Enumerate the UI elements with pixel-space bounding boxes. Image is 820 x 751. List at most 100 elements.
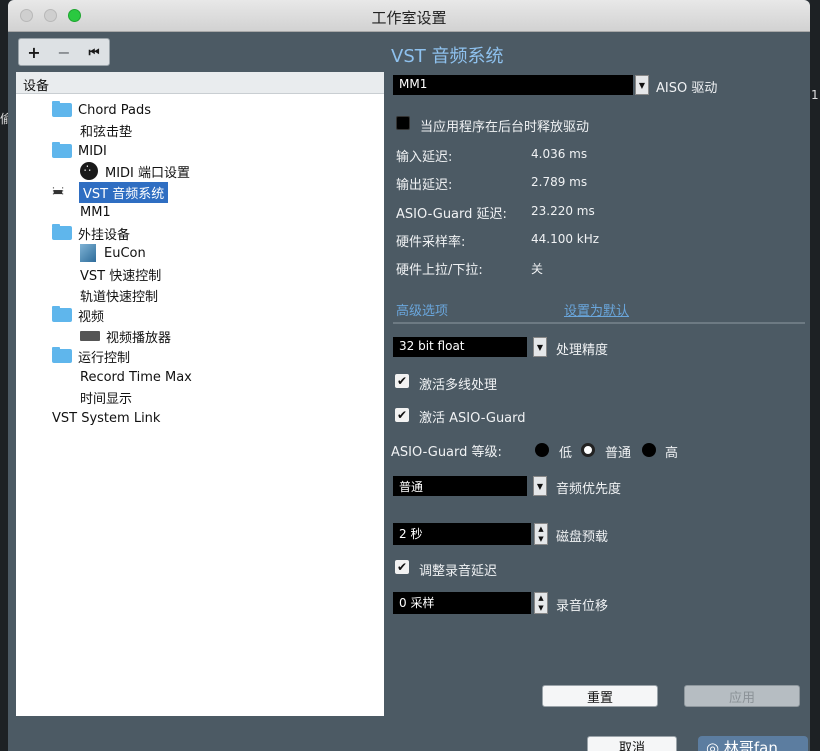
adjust-latency-checkbox[interactable]: ✔ [395,560,409,574]
output-latency-label: 输出延迟: [396,178,453,193]
asio-guard-checkbox[interactable]: ✔ [395,408,409,422]
device-tree-header: 设备 [16,72,384,94]
input-latency-label: 输入延迟: [396,150,453,165]
section-divider [393,322,805,324]
chevron-down-icon[interactable]: ▼ [533,476,547,496]
tree-item-time-display[interactable]: 时间显示 [80,387,132,407]
tree-item-midi-port-setup[interactable]: MIDI 端口设置 [80,161,190,181]
remove-device-button[interactable]: − [49,39,79,65]
multiprocessing-label: 激活多线处理 [419,378,498,393]
add-device-button[interactable]: + [19,39,49,65]
tree-item-chord-pads-sub[interactable]: 和弦击垫 [80,120,132,140]
midi-port-icon [80,162,98,180]
set-default-link[interactable]: 设置为默认 [564,300,629,319]
device-toolbar: + − ⏮ [18,38,110,66]
disk-preload-label: 磁盘预载 [556,530,609,545]
tree-item-label: VST 音频系统 [79,181,169,203]
tree-item-label: VST 快速控制 [80,268,162,284]
tree-item-label: 运行控制 [78,350,131,366]
tree-item-label: Chord Pads [78,102,152,118]
panel-title: VST 音频系统 [391,46,504,67]
asio-driver-label: AISO 驱动 [656,81,718,96]
input-latency-value: 4.036 ms [531,147,588,161]
tree-item-label: 轨道快速控制 [80,289,159,305]
audio-system-icon: ⫶▬⫶ [52,185,64,198]
folder-icon [52,224,72,240]
level-low-label: 低 [559,446,573,461]
tree-item-vst-audio-system[interactable]: ⫶▬⫶ VST 音频系统 [52,181,169,203]
record-offset-stepper[interactable]: 0 采样 [393,592,531,614]
release-driver-label: 当应用程序在后台时释放驱动 [420,120,590,135]
stepper-arrows-icon[interactable]: ▲ ▼ [534,592,548,614]
settings-panel: VST 音频系统 MM1 ▼ AISO 驱动 当应用程序在后台时释放驱动 输入延… [388,32,810,751]
audio-priority-select[interactable]: 普通 [393,476,527,496]
tree-item-label: MIDI [78,143,107,159]
tree-item-midi[interactable]: MIDI [52,141,107,161]
cancel-button[interactable]: 取消 [587,736,677,751]
tree-item-label: Record Time Max [80,369,192,385]
folder-icon [52,142,72,158]
level-high-radio[interactable] [642,443,656,457]
audio-priority-label: 音频优先度 [556,482,622,497]
video-icon [80,331,100,341]
watermark-badge: ◎ 林哥fan [698,736,808,751]
tree-item-mm1[interactable]: MM1 [80,202,111,222]
asio-guard-latency-value: 23.220 ms [531,204,595,218]
tree-item-label: 视频播放器 [106,330,172,346]
processing-precision-select[interactable]: 32 bit float [393,337,527,357]
tree-item-external-devices[interactable]: 外挂设备 [52,223,130,243]
disk-preload-stepper[interactable]: 2 秒 [393,523,531,545]
output-latency-value: 2.789 ms [531,175,588,189]
folder-icon [52,101,72,117]
tree-item-track-quick-controls[interactable]: 轨道快速控制 [80,285,158,305]
background-right-strip [810,0,820,751]
asio-guard-latency-label: ASIO-Guard 延迟: [396,207,507,222]
folder-icon [52,306,72,322]
tree-item-label: MM1 [80,204,111,220]
processing-precision-label: 处理精度 [556,343,609,358]
asio-driver-select[interactable]: MM1 [393,75,633,95]
background-fragment-right: 1 [811,88,819,102]
tree-item-video[interactable]: 视频 [52,305,104,325]
asio-guard-level-label: ASIO-Guard 等级: [391,445,502,460]
tree-item-chord-pads[interactable]: Chord Pads [52,100,151,120]
tree-item-label: 和弦击垫 [80,124,133,140]
tree-item-vst-quick-controls[interactable]: VST 快速控制 [80,264,161,284]
apply-button[interactable]: 应用 [684,685,800,707]
studio-setup-window: 工作室设置 + − ⏮ 设备 Chord Pads 和弦击垫 MIDI MIDI… [8,0,810,751]
chevron-down-icon[interactable]: ▼ [635,75,649,95]
window-title: 工作室设置 [371,9,447,27]
level-normal-radio[interactable] [581,443,595,457]
advanced-options-tab[interactable]: 高级选项 [396,300,448,319]
pull-up-down-label: 硬件上拉/下拉: [396,263,483,278]
eucon-icon [80,244,96,262]
pull-up-down-value: 关 [531,262,544,276]
tree-item-vst-system-link[interactable]: VST System Link [52,408,160,428]
level-low-radio[interactable] [535,443,549,457]
tree-item-eucon[interactable]: EuCon [80,243,146,263]
tree-item-label: 时间显示 [80,391,133,407]
tree-item-record-time-max[interactable]: Record Time Max [80,367,192,387]
title-bar[interactable]: 工作室设置 [8,0,810,32]
tree-item-label: 视频 [78,309,105,325]
record-offset-label: 录音位移 [556,599,609,614]
level-high-label: 高 [665,446,679,461]
stepper-arrows-icon[interactable]: ▲ ▼ [534,523,548,545]
device-tree[interactable]: Chord Pads 和弦击垫 MIDI MIDI 端口设置 ⫶▬⫶ VST 音… [16,94,384,716]
asio-guard-label: 激活 ASIO-Guard [419,411,526,426]
reset-device-button[interactable]: ⏮ [79,39,109,65]
sample-rate-label: 硬件采样率: [396,235,466,250]
tree-item-transport[interactable]: 运行控制 [52,346,130,366]
tree-item-label: VST System Link [52,410,161,426]
chevron-down-icon[interactable]: ▼ [533,337,547,357]
tree-item-label: MIDI 端口设置 [105,165,191,181]
reset-button[interactable]: 重置 [542,685,658,707]
release-driver-checkbox[interactable] [396,116,410,130]
folder-icon [52,347,72,363]
tree-item-label: EuCon [104,245,146,261]
tree-item-video-player[interactable]: 视频播放器 [80,326,171,346]
sample-rate-value: 44.100 kHz [531,232,600,246]
level-normal-label: 普通 [605,446,632,461]
multiprocessing-checkbox[interactable]: ✔ [395,374,409,388]
adjust-latency-label: 调整录音延迟 [419,564,498,579]
